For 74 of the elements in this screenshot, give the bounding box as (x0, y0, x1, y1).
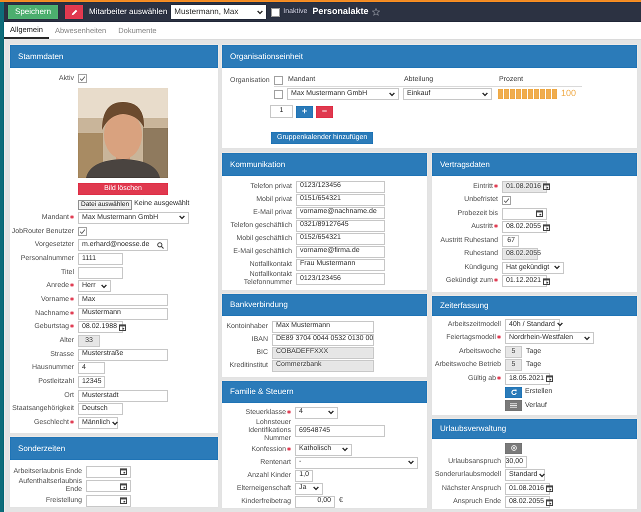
chevron-down-icon (179, 215, 185, 220)
calendar-icon (120, 482, 127, 490)
icon-button[interactable] (505, 386, 522, 398)
calendar-icon (119, 324, 126, 331)
refresh-icon (510, 389, 516, 396)
chevron-down-icon (408, 460, 414, 465)
chevron-down-icon (584, 336, 590, 341)
required-icon (494, 184, 498, 188)
pencil-icon (70, 8, 78, 16)
search-icon (157, 242, 164, 249)
required-icon (494, 278, 498, 282)
required-icon (70, 420, 74, 424)
panel-header: Familie & Steuern (222, 381, 427, 403)
chevron-down-icon (539, 472, 546, 478)
percent-value: 100 (561, 87, 576, 100)
checkbox[interactable] (274, 76, 283, 84)
calendar-icon (120, 468, 127, 475)
page-title: Personalakte (312, 5, 368, 18)
add-button[interactable]: + (296, 106, 313, 118)
edit-button[interactable] (65, 5, 84, 19)
required-icon (70, 214, 74, 219)
calendar-icon (536, 210, 543, 218)
date-field[interactable] (86, 466, 131, 478)
required-icon (70, 283, 74, 288)
panel-header: Organisationseinheit (222, 45, 637, 68)
required-icon (70, 324, 74, 328)
chevron-down-icon (556, 322, 563, 328)
panel-header: Kommunikation (222, 153, 427, 176)
required-icon (497, 335, 501, 340)
chevron-down-icon (101, 284, 107, 289)
chevron-down-icon (482, 92, 488, 96)
panel-header: Vertragsdaten (432, 153, 637, 176)
list-icon (510, 403, 517, 408)
calendar-icon (546, 375, 554, 382)
chevron-down-icon (313, 486, 319, 491)
employee-dropdown[interactable]: Mustermann, Max (171, 5, 266, 19)
panel-header: Zeiterfassung (432, 296, 637, 316)
calendar-icon (543, 278, 550, 285)
chevron-down-icon (554, 265, 560, 270)
date-field[interactable] (86, 494, 131, 506)
panel-header: Urlaubsverwaltung (432, 418, 637, 438)
calendar-icon (546, 485, 554, 492)
calendar-icon (543, 224, 550, 231)
checkbox[interactable] (274, 90, 283, 98)
checkbox[interactable] (271, 8, 280, 16)
checkbox[interactable] (78, 74, 87, 83)
checkbox[interactable] (78, 227, 87, 236)
calendar-icon (546, 498, 554, 506)
required-icon (497, 376, 501, 380)
chevron-down-icon (389, 92, 395, 96)
employee-label: Mitarbeiter auswählen (89, 6, 168, 18)
required-icon (70, 310, 74, 315)
circle-x-icon (510, 445, 516, 452)
calendar-icon (120, 497, 127, 504)
date-field[interactable] (502, 208, 547, 220)
remove-button[interactable]: − (316, 106, 333, 118)
chevron-down-icon (328, 410, 334, 415)
chevron-down-icon (257, 10, 264, 14)
chevron-down-icon (112, 420, 118, 426)
required-icon (494, 224, 498, 228)
chevron-down-icon (342, 447, 348, 452)
input-field[interactable] (78, 266, 123, 279)
required-icon (70, 296, 74, 301)
required-icon (287, 410, 291, 414)
star-icon[interactable] (372, 8, 380, 16)
panel-header: Sonderzeiten (10, 437, 218, 460)
checkbox[interactable] (502, 196, 511, 205)
calendar-icon (543, 183, 550, 190)
icon-button[interactable] (505, 400, 522, 412)
required-icon (287, 446, 291, 450)
panel-header: Stammdaten (10, 45, 218, 68)
date-field[interactable] (86, 480, 131, 492)
icon-button[interactable] (505, 442, 522, 454)
panel-header: Bankverbindung (222, 294, 427, 316)
